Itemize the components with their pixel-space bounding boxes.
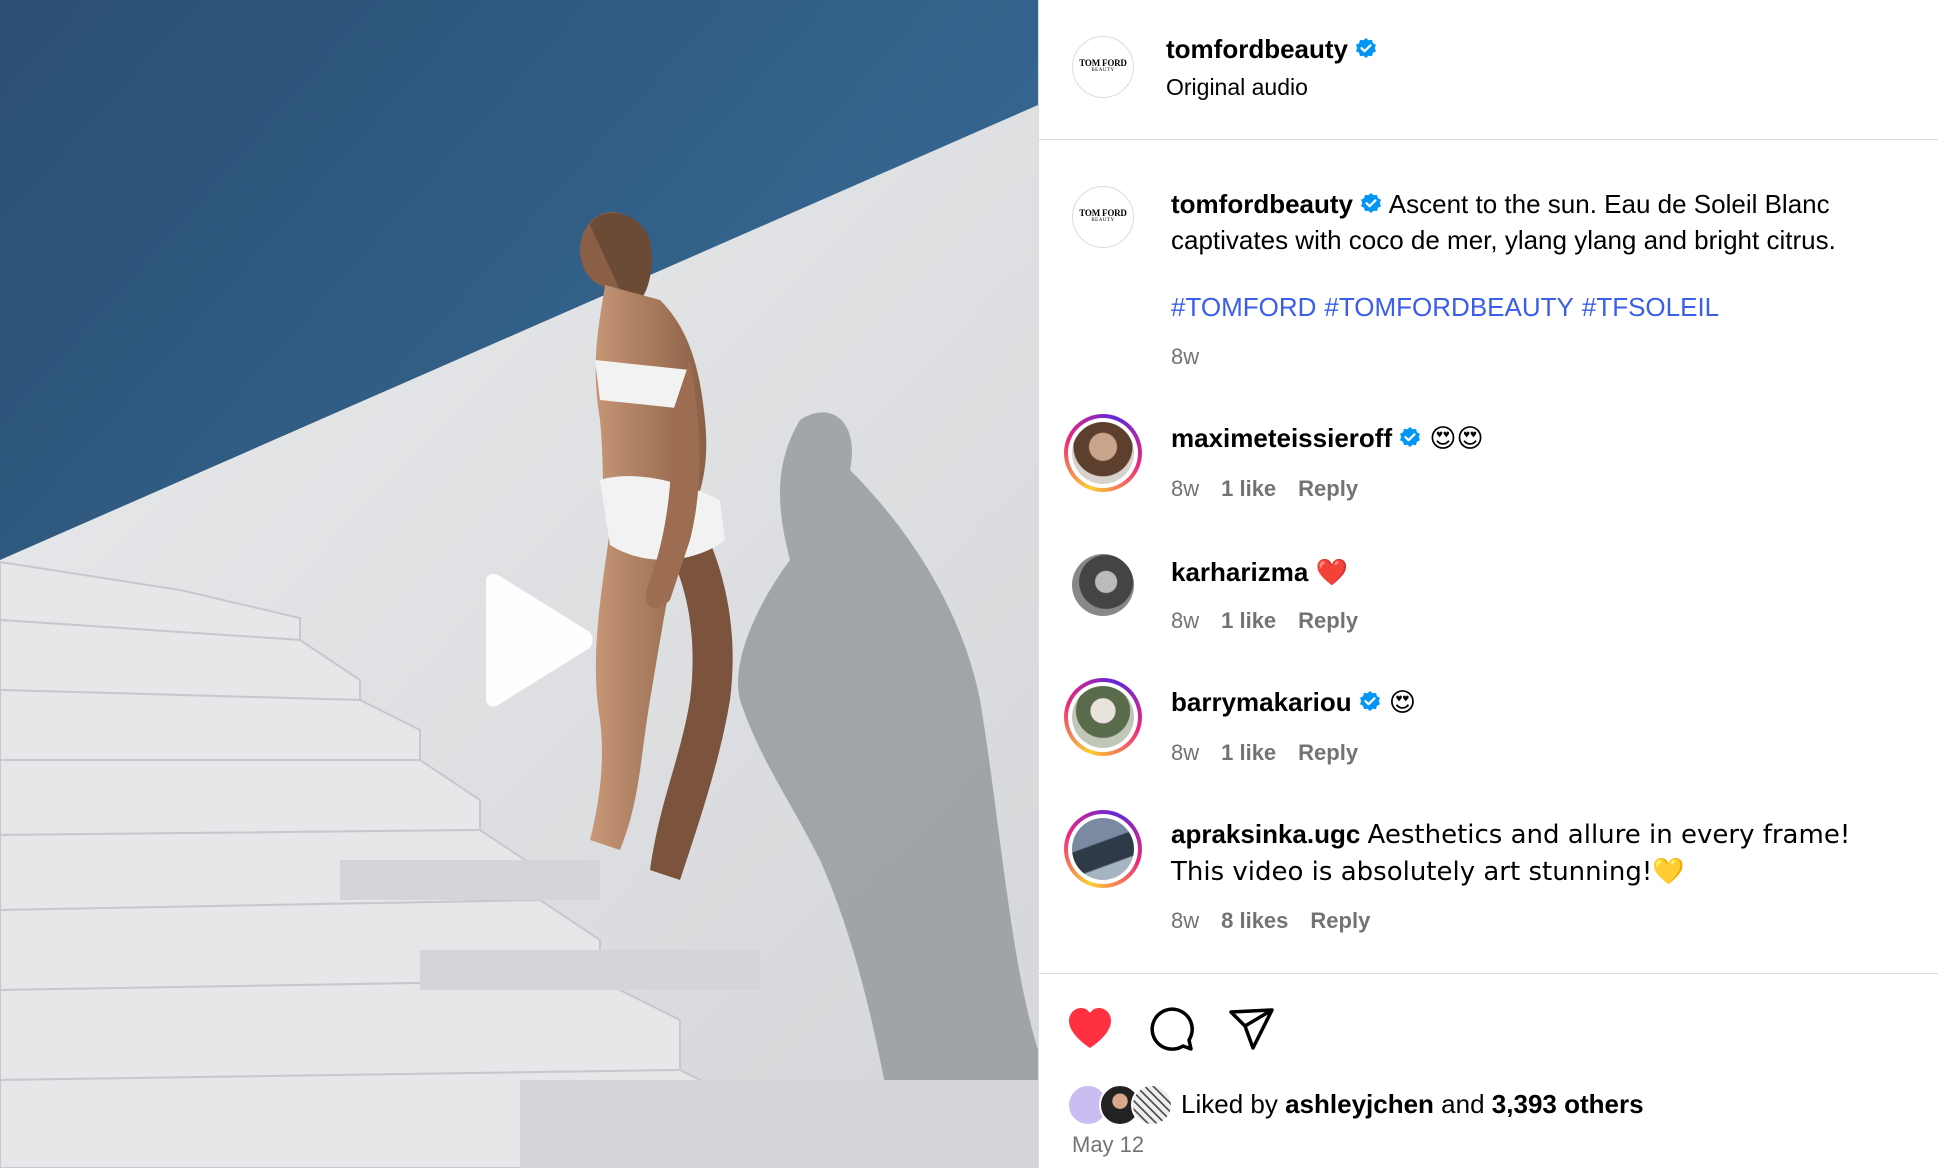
play-button[interactable] bbox=[464, 573, 594, 709]
caption-username[interactable]: tomfordbeauty bbox=[1171, 189, 1353, 219]
likes-text[interactable]: Liked by ashleyjchen and 3,393 others bbox=[1181, 1089, 1644, 1120]
commenter-avatar[interactable] bbox=[1064, 810, 1142, 888]
post-side-panel: TOM FORD BEAUTY tomfordbeauty Original au… bbox=[1038, 0, 1938, 1168]
comment-text: 😍 bbox=[1388, 688, 1416, 718]
hashtag-link[interactable]: #TOMFORDBEAUTY bbox=[1324, 292, 1573, 322]
hashtag-link[interactable]: #TFSOLEIL bbox=[1582, 292, 1719, 322]
caption-body: tomfordbeauty Ascent to the sun. Eau de … bbox=[1171, 186, 1911, 258]
reply-button[interactable]: Reply bbox=[1298, 608, 1358, 633]
caption-timestamp[interactable]: 8w bbox=[1171, 344, 1199, 370]
author-username-text[interactable]: tomfordbeauty bbox=[1166, 34, 1348, 64]
likes-others-count[interactable]: 3,393 others bbox=[1492, 1089, 1644, 1119]
comment-likes[interactable]: 8 likes bbox=[1221, 908, 1288, 933]
post-header: TOM FORD BEAUTY tomfordbeauty Original au… bbox=[1039, 0, 1938, 140]
author-username[interactable]: tomfordbeauty bbox=[1166, 34, 1378, 65]
comment-username[interactable]: apraksinka.ugc bbox=[1171, 819, 1360, 849]
caption-hashtags: #TOMFORD #TOMFORDBEAUTY #TFSOLEIL bbox=[1171, 292, 1727, 323]
comment-icon[interactable] bbox=[1147, 1004, 1197, 1054]
comment-body: karharizma ❤️ bbox=[1171, 554, 1911, 591]
comment-meta: 8w 1 like Reply bbox=[1171, 476, 1380, 502]
reply-button[interactable]: Reply bbox=[1310, 908, 1370, 933]
comment-likes[interactable]: 1 like bbox=[1221, 740, 1276, 765]
verified-badge-icon bbox=[1356, 38, 1376, 58]
reply-button[interactable]: Reply bbox=[1298, 740, 1358, 765]
comment-likes[interactable]: 1 like bbox=[1221, 476, 1276, 501]
post-video[interactable] bbox=[0, 0, 1038, 1168]
likes-summary: Liked by ashleyjchen and 3,393 others bbox=[1067, 1082, 1644, 1126]
verified-badge-icon bbox=[1400, 427, 1421, 447]
comment-body: maximeteissieroff 😍😍 bbox=[1171, 420, 1911, 457]
liker-avatars[interactable] bbox=[1067, 1084, 1177, 1126]
comment-age[interactable]: 8w bbox=[1171, 908, 1199, 933]
comment-age[interactable]: 8w bbox=[1171, 476, 1199, 501]
verified-badge-icon bbox=[1361, 193, 1381, 213]
comment-meta: 8w 1 like Reply bbox=[1171, 740, 1380, 766]
commenter-avatar[interactable] bbox=[1072, 554, 1134, 616]
comment-meta: 8w 8 likes Reply bbox=[1171, 908, 1392, 934]
share-icon[interactable] bbox=[1227, 1004, 1277, 1054]
audio-label[interactable]: Original audio bbox=[1166, 74, 1308, 101]
hashtag-link[interactable]: #TOMFORD bbox=[1171, 292, 1316, 322]
play-icon bbox=[486, 573, 593, 707]
post-viewer: TOM FORD BEAUTY tomfordbeauty Original au… bbox=[0, 0, 1938, 1168]
likes-and: and bbox=[1441, 1088, 1485, 1119]
comment-body: barrymakariou 😍 bbox=[1171, 684, 1911, 721]
comment-username[interactable]: karharizma bbox=[1171, 557, 1308, 587]
comment-meta: 8w 1 like Reply bbox=[1171, 608, 1380, 634]
comment-body: apraksinka.ugc Aesthetics and allure in … bbox=[1171, 816, 1871, 890]
reply-button[interactable]: Reply bbox=[1298, 476, 1358, 501]
comment-age[interactable]: 8w bbox=[1171, 608, 1199, 633]
heart-icon[interactable] bbox=[1065, 1004, 1115, 1054]
comment-text: ❤️ bbox=[1315, 558, 1348, 588]
comment-text: 😍😍 bbox=[1429, 424, 1484, 454]
likes-prefix: Liked by bbox=[1181, 1088, 1278, 1119]
post-actions: Liked by ashleyjchen and 3,393 others Ma… bbox=[1039, 973, 1938, 1169]
liked-by-user[interactable]: ashleyjchen bbox=[1285, 1089, 1434, 1119]
author-avatar[interactable]: TOM FORD BEAUTY bbox=[1072, 36, 1134, 98]
commenter-avatar[interactable] bbox=[1064, 414, 1142, 492]
post-date[interactable]: May 12 bbox=[1072, 1132, 1144, 1158]
comment-username[interactable]: barrymakariou bbox=[1171, 687, 1352, 717]
verified-badge-icon bbox=[1359, 691, 1380, 711]
commenter-avatar[interactable] bbox=[1064, 678, 1142, 756]
comment-likes[interactable]: 1 like bbox=[1221, 608, 1276, 633]
comment-username[interactable]: maximeteissieroff bbox=[1171, 423, 1392, 453]
caption-author-avatar[interactable]: TOM FORD BEAUTY bbox=[1072, 186, 1134, 248]
comment-age[interactable]: 8w bbox=[1171, 740, 1199, 765]
